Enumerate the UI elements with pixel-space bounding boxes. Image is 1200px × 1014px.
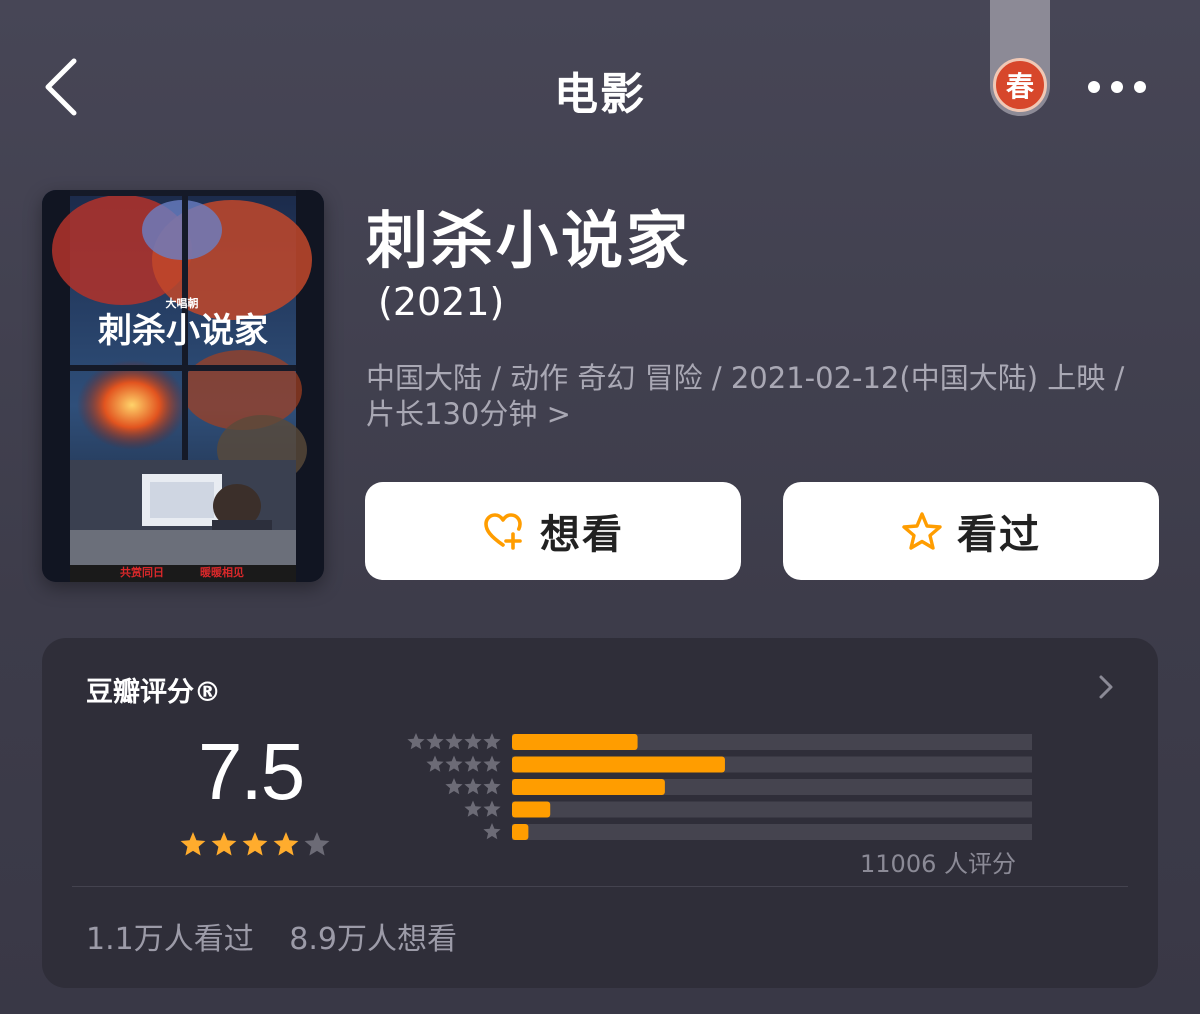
douban-rating-card: 豆瓣评分® 7.5 11006 人评分 1.1万人看过 8.9万人想看 (42, 638, 1158, 988)
poster-image: 大唱朝 刺杀小说家 共赏同日 暖暖相见 (42, 190, 324, 582)
distribution-star-icon (464, 800, 482, 817)
movie-year: (2021) (378, 280, 505, 324)
more-options-button[interactable] (1082, 72, 1152, 102)
seen-count: 1.1万人看过 (86, 922, 254, 957)
distribution-star-icon (483, 733, 501, 750)
chevron-right-icon (1099, 675, 1113, 699)
poster-bottom-right-text: 暖暖相见 (200, 565, 244, 579)
rating-score: 7.5 (198, 727, 305, 816)
want-to-watch-button[interactable]: 想看 (365, 482, 741, 580)
distribution-bar-1-star (512, 824, 529, 840)
distribution-star-icon (445, 778, 463, 795)
distribution-star-icon (464, 778, 482, 795)
star-outline-icon (902, 512, 942, 550)
distribution-bar-track (512, 801, 1032, 818)
rating-title: 豆瓣评分® (86, 677, 221, 708)
watch-stats: 1.1万人看过 8.9万人想看 (86, 914, 457, 958)
distribution-star-icon (445, 733, 463, 750)
more-dot-icon (1088, 81, 1100, 93)
rating-count: 11006 人评分 (860, 850, 1016, 878)
star-empty-icon (304, 832, 330, 856)
distribution-star-icon (483, 823, 501, 840)
distribution-bar-5-star (512, 734, 638, 750)
movie-meta-info[interactable]: 中国大陆 / 动作 奇幻 冒险 / 2021-02-12(中国大陆) 上映 / … (366, 360, 1126, 432)
divider (72, 886, 1128, 887)
distribution-bar-4-star (512, 756, 725, 773)
star-filled-icon (180, 832, 206, 856)
star-filled-icon (242, 832, 268, 856)
star-filled-icon (211, 832, 237, 856)
more-dot-icon (1134, 81, 1146, 93)
want-to-watch-label: 想看 (540, 512, 624, 558)
distribution-star-icon (407, 733, 425, 750)
spring-festival-badge[interactable]: 春 (993, 58, 1047, 112)
watched-button[interactable]: 看过 (783, 482, 1159, 580)
distribution-star-icon (464, 733, 482, 750)
poster-top-text: 大唱朝 (166, 296, 199, 310)
rating-distribution (407, 733, 1032, 840)
movie-poster[interactable]: 大唱朝 刺杀小说家 共赏同日 暖暖相见 (42, 190, 324, 582)
distribution-star-icon (483, 755, 501, 772)
poster-bottom-left-text: 共赏同日 (120, 565, 164, 579)
heart-plus-icon (484, 513, 522, 550)
navigation-bar: 电影 春 (0, 0, 1200, 170)
distribution-star-icon (464, 755, 482, 772)
distribution-star-icon (445, 755, 463, 772)
distribution-star-icon (483, 800, 501, 817)
rating-stars (180, 832, 330, 856)
poster-title-text: 刺杀小说家 (98, 311, 268, 351)
more-dot-icon (1111, 81, 1123, 93)
distribution-star-icon (483, 778, 501, 795)
distribution-bar-track (512, 824, 1032, 840)
distribution-star-icon (426, 733, 444, 750)
want-count: 8.9万人想看 (289, 922, 457, 957)
distribution-bar-2-star (512, 801, 551, 818)
rating-detail-button[interactable] (1094, 672, 1118, 702)
distribution-bar-3-star (512, 779, 665, 795)
watched-label: 看过 (957, 512, 1041, 558)
distribution-star-icon (426, 755, 444, 772)
movie-title: 刺杀小说家 (366, 204, 692, 277)
star-filled-icon (273, 832, 299, 856)
